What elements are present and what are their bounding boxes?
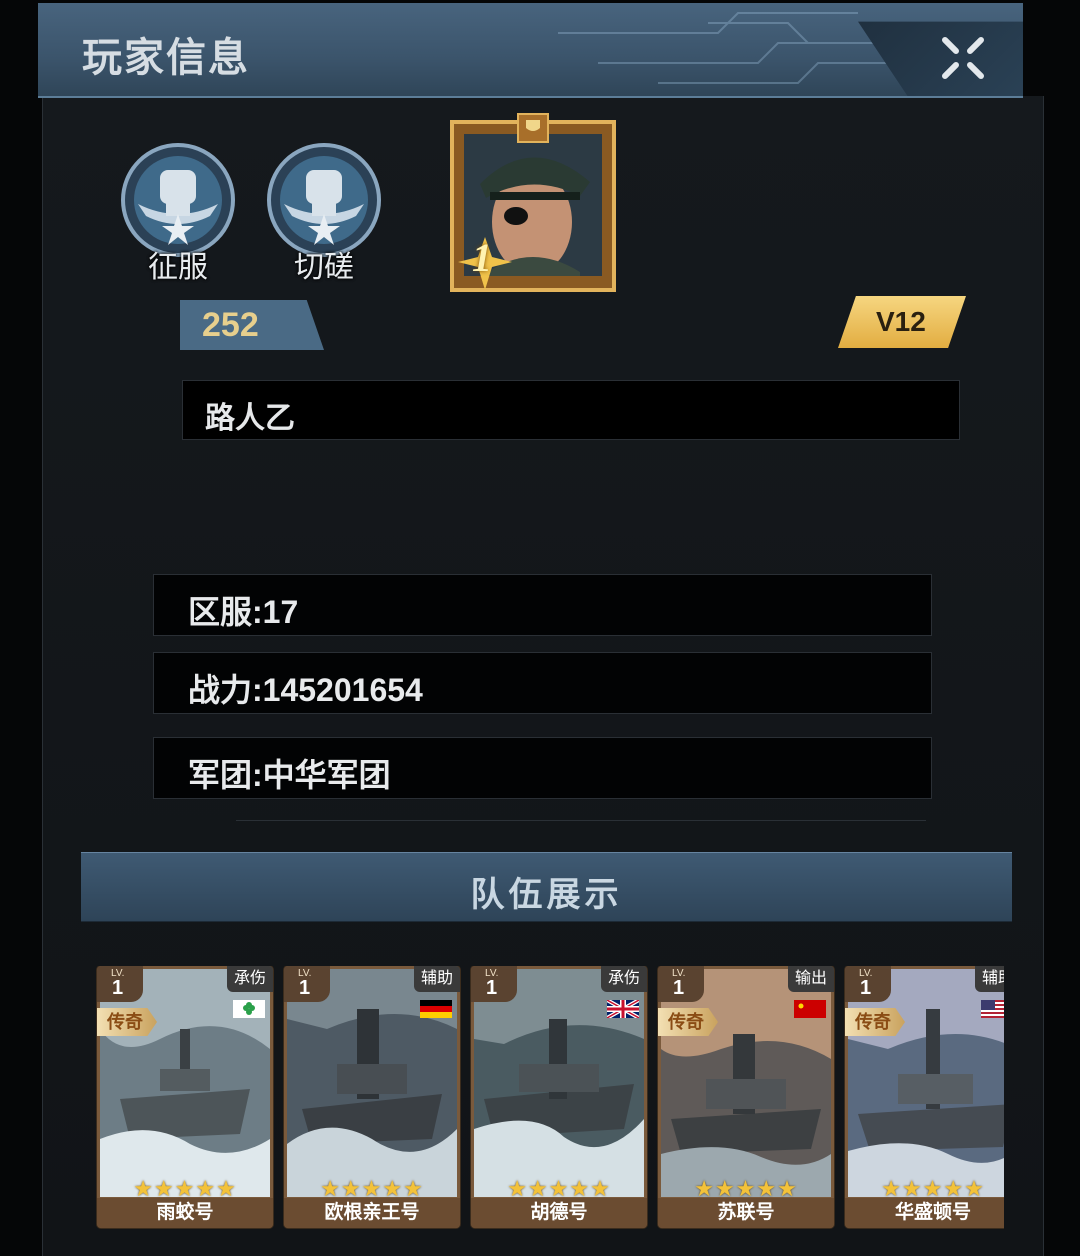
- ship-name: 胡德号: [471, 1198, 647, 1228]
- rarity-badge: 传奇: [658, 1008, 718, 1036]
- vip-level: V12: [876, 306, 926, 337]
- vip-badge: V12: [838, 296, 966, 348]
- level-value: 1: [673, 977, 685, 999]
- power-text: 战力:145201654: [188, 672, 423, 708]
- level-value: 1: [299, 977, 311, 999]
- ship-level-badge: LV. 1: [845, 966, 891, 1002]
- rarity-badge: 传奇: [845, 1008, 905, 1036]
- ship-card[interactable]: LV. 1 输出 传奇 ★★★★★ 苏联号: [658, 966, 834, 1228]
- ship-name: 华盛顿号: [845, 1198, 1004, 1228]
- ship-role-badge: 承伤: [227, 966, 273, 992]
- ship-level-badge: LV. 1: [658, 966, 704, 1002]
- conquer-label: 征服: [148, 251, 208, 284]
- spar-label: 切磋: [294, 251, 354, 284]
- ship-card[interactable]: LV. 1 承伤 ★★★★★ 胡德号: [471, 966, 647, 1228]
- ship-card[interactable]: LV. 1 承伤 传奇 ★★★★★ 雨蛟号: [97, 966, 273, 1228]
- ship-role-badge: 输出: [788, 966, 834, 992]
- ship-card[interactable]: LV. 1 辅助 ★★★★★ 欧根亲王号: [284, 966, 460, 1228]
- ship-name: 雨蛟号: [97, 1198, 273, 1228]
- player-level-badge: 252: [180, 300, 324, 350]
- ship-level-badge: LV. 1: [471, 966, 517, 1002]
- conquer-button[interactable]: 征服: [120, 142, 236, 284]
- ship-level-badge: LV. 1: [97, 966, 143, 1002]
- soviet-flag-icon: [794, 1000, 826, 1018]
- divider: [236, 820, 926, 821]
- ship-role-badge: 承伤: [601, 966, 647, 992]
- power-row: 战力:145201654: [153, 652, 932, 714]
- rarity-badge: 传奇: [97, 1008, 157, 1036]
- player-name-field: 路人乙: [182, 380, 960, 440]
- player-level: 252: [202, 306, 259, 344]
- usa-flag-icon: [981, 1000, 1004, 1018]
- uk-flag-icon: [607, 1000, 639, 1018]
- fist-medal-icon: [121, 143, 235, 257]
- ship-card[interactable]: LV. 1 辅助 传奇 ★★★★★ 华盛顿号: [845, 966, 1004, 1228]
- page-title: 玩家信息: [82, 36, 250, 80]
- close-icon: [942, 37, 984, 79]
- level-value: 1: [860, 977, 872, 999]
- level-value: 1: [486, 977, 498, 999]
- green-clover-flag-icon: [233, 1000, 265, 1018]
- ship-name: 苏联号: [658, 1198, 834, 1228]
- legion-text: 军团:中华军团: [188, 757, 391, 793]
- close-button[interactable]: [938, 34, 988, 82]
- spar-button[interactable]: 切磋: [266, 142, 382, 284]
- player-avatar[interactable]: 1: [440, 112, 620, 302]
- team-card-list[interactable]: LV. 1 承伤 传奇 ★★★★★ 雨蛟号 LV. 1 辅助 ★★★★★ 欧根亲…: [94, 966, 1004, 1234]
- ship-name: 欧根亲王号: [284, 1198, 460, 1228]
- avatar-portrait-icon: [450, 113, 616, 292]
- ship-level-badge: LV. 1: [284, 966, 330, 1002]
- rank-badge-number: 1: [472, 235, 492, 280]
- level-value: 1: [112, 977, 124, 999]
- ship-role-badge: 辅助: [975, 966, 1004, 992]
- germany-flag-icon: [420, 1000, 452, 1018]
- team-section-header: 队伍展示: [81, 852, 1012, 922]
- server-text: 区服:17: [188, 594, 299, 630]
- fist-medal-icon: [267, 143, 381, 257]
- legion-row: 军团:中华军团: [153, 737, 932, 799]
- player-name: 路人乙: [205, 402, 295, 435]
- team-section-title: 队伍展示: [470, 876, 623, 914]
- ship-role-badge: 辅助: [414, 966, 460, 992]
- header-bar: 玩家信息: [38, 3, 1023, 98]
- server-row: 区服:17: [153, 574, 932, 636]
